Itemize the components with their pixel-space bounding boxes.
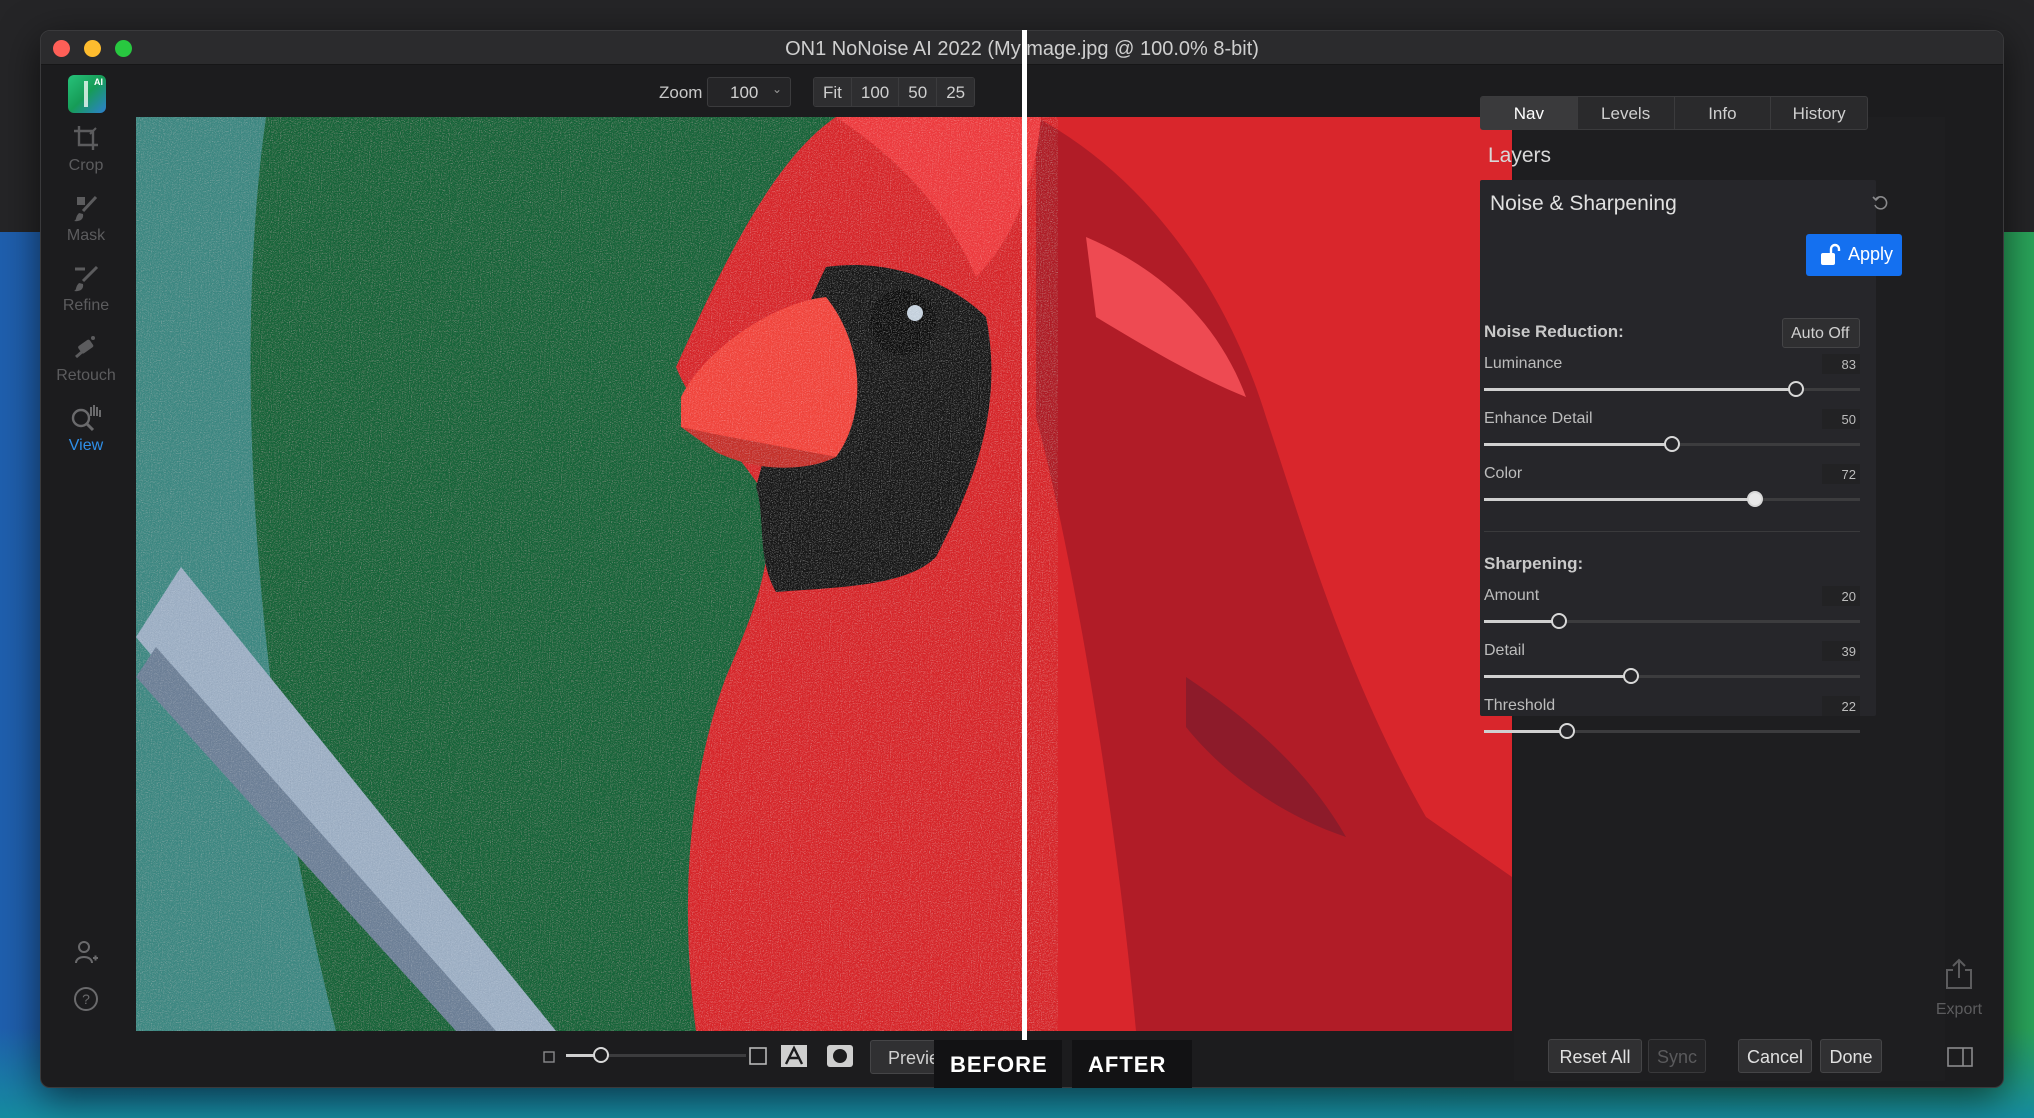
luminance-label: Luminance [1484,355,1563,372]
export-button[interactable]: Export [1924,958,1994,1019]
sync-button[interactable]: Sync [1648,1039,1706,1073]
tab-nav[interactable]: Nav [1481,97,1578,129]
retouch-icon [75,336,95,359]
tool-mask-label: Mask [66,227,106,244]
tool-refine-label: Refine [62,297,110,314]
single-view-icon[interactable] [748,1046,768,1066]
section-divider [1484,531,1860,532]
cardinal-photo [136,117,1512,1031]
tool-view-label: View [68,437,104,454]
mask-overlay-icon[interactable] [780,1044,808,1068]
luminance-slider[interactable] [1484,381,1860,397]
zoom-50-button[interactable]: 50 [899,78,938,106]
threshold-knob[interactable] [1558,723,1575,739]
color-label: Color [1484,465,1523,482]
threshold-slider[interactable] [1484,723,1860,739]
panel-toggle-icon[interactable] [1947,1047,1973,1067]
noise-sharpening-title: Noise & Sharpening [1490,192,1677,215]
svg-text:?: ? [82,991,90,1007]
zoom-preset-group: Fit 100 50 25 [813,77,976,107]
export-icon [1946,958,1972,989]
before-label: BEFORE [934,1040,1062,1088]
color-value[interactable]: 72 [1822,464,1860,484]
zoom-label: Zoom [659,83,703,102]
tool-crop-label: Crop [68,157,104,174]
crop-icon [74,126,98,150]
done-button[interactable]: Done [1820,1039,1882,1073]
auto-off-button[interactable]: Auto Off [1782,318,1860,348]
apply-button[interactable]: Apply [1806,234,1902,276]
thumbnail-size-knob[interactable] [593,1047,609,1063]
thumbnail-size-slider[interactable] [566,1047,746,1063]
amount-label: Amount [1484,587,1540,604]
export-label: Export [1935,1001,1983,1018]
zoom-value: 100 [730,83,759,102]
tab-history[interactable]: History [1771,97,1867,129]
image-preview[interactable] [136,117,1512,1031]
zoom-dropdown[interactable]: 100 ⌄ [707,77,791,107]
detail-label: Detail [1484,642,1525,659]
tool-crop[interactable]: Crop [41,123,131,175]
after-label: AFTER [1072,1040,1192,1088]
color-slider[interactable] [1484,491,1860,507]
cancel-button[interactable]: Cancel [1738,1039,1812,1073]
zoom-100-button[interactable]: 100 [851,78,900,106]
enhance-detail-value[interactable]: 50 [1822,409,1860,429]
detail-knob[interactable] [1622,668,1639,684]
luminance-knob[interactable] [1788,381,1805,397]
tool-view[interactable]: View [41,403,131,455]
account-icon[interactable] [73,939,99,965]
color-knob[interactable] [1746,491,1763,507]
zoom-fit-button[interactable]: Fit [814,78,852,106]
amount-value[interactable]: 20 [1822,586,1860,606]
enhance-detail-slider[interactable] [1484,436,1860,452]
threshold-value[interactable]: 22 [1822,696,1860,716]
refine-brush-icon [74,265,99,292]
detail-slider[interactable] [1484,668,1860,684]
layers-title: Layers [1488,144,1552,167]
reset-icon[interactable] [1872,194,1890,212]
before-after-divider[interactable] [1022,30,1027,1088]
app-logo-icon: AI [68,75,106,113]
small-thumbnail-icon [543,1051,555,1063]
tool-refine[interactable]: Refine [41,263,131,315]
tab-levels[interactable]: Levels [1578,97,1675,129]
view-zoom-hand-icon [71,405,101,432]
panel-tabs: Nav Levels Info History [1480,96,1868,130]
tab-info[interactable]: Info [1675,97,1772,129]
threshold-label: Threshold [1484,697,1556,714]
sharpening-title: Sharpening: [1484,554,1584,573]
help-icon[interactable]: ? [73,986,99,1012]
tool-retouch-label: Retouch [56,367,116,384]
enhance-detail-label: Enhance Detail [1484,410,1593,427]
zoom-25-button[interactable]: 25 [937,78,975,106]
apply-label: Apply [1848,244,1894,264]
enhance-detail-knob[interactable] [1664,436,1680,452]
unlock-icon [1821,243,1841,265]
mask-toggle-icon[interactable] [826,1044,854,1068]
mask-brush-icon [74,195,98,222]
reset-all-button[interactable]: Reset All [1548,1039,1642,1073]
noise-reduction-title: Noise Reduction: [1484,322,1624,341]
tool-mask[interactable]: Mask [41,193,131,245]
app-logo-text: AI [94,77,103,87]
luminance-value[interactable]: 83 [1822,354,1860,374]
tool-retouch[interactable]: Retouch [41,333,131,385]
amount-slider[interactable] [1484,613,1860,629]
chevron-down-icon: ⌄ [771,82,782,96]
detail-value[interactable]: 39 [1822,641,1860,661]
